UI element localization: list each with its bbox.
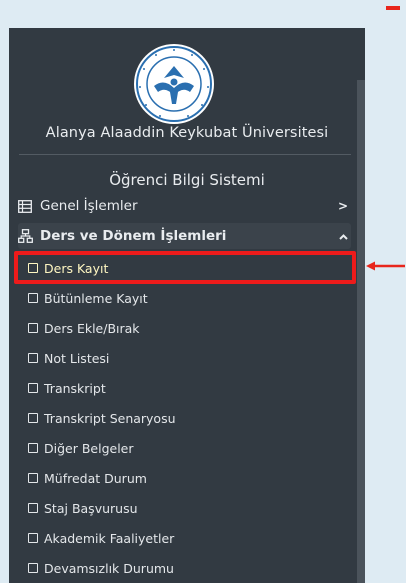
menu-general-label: Genel İşlemler <box>40 198 138 214</box>
submenu-label: Bütünleme Kayıt <box>44 290 148 306</box>
sidebar-scrollbar[interactable] <box>357 80 365 583</box>
square-icon <box>28 353 38 363</box>
square-icon <box>28 533 38 543</box>
submenu-akademik-faaliyetler[interactable]: Akademik Faaliyetler <box>28 526 353 550</box>
submenu-butunleme-kayit[interactable]: Bütünleme Kayıt <box>28 286 353 310</box>
square-icon <box>28 323 38 333</box>
square-icon <box>28 563 38 573</box>
submenu-not-listesi[interactable]: Not Listesi <box>28 346 353 370</box>
sidebar-divider <box>19 154 351 155</box>
top-frame <box>0 0 406 28</box>
submenu-diger-belgeler[interactable]: Diğer Belgeler <box>28 436 353 460</box>
submenu-label: Transkript Senaryosu <box>44 410 176 426</box>
submenu-label: Diğer Belgeler <box>44 440 134 456</box>
square-icon <box>28 443 38 453</box>
submenu-mufredat-durum[interactable]: Müfredat Durum <box>28 466 353 490</box>
sitemap-icon <box>18 229 36 243</box>
square-icon <box>28 293 38 303</box>
grid-list-icon <box>18 199 36 213</box>
university-name: Alanya Alaaddin Keykubat Üniversitesi <box>45 125 329 141</box>
menu-course-term-operations[interactable]: Ders ve Dönem İşlemleri <box>18 223 351 249</box>
highlight-box <box>14 251 356 284</box>
submenu-ders-ekle-birak[interactable]: Ders Ekle/Bırak <box>28 316 353 340</box>
submenu-label: Devamsızlık Durumu <box>44 560 174 576</box>
square-icon <box>28 413 38 423</box>
red-marker <box>386 6 400 10</box>
arrow-left-icon <box>366 261 405 271</box>
chevron-up-icon <box>335 229 351 243</box>
submenu-transkript[interactable]: Transkript <box>28 376 353 400</box>
submenu-label: Staj Başvurusu <box>44 500 138 516</box>
square-icon <box>28 503 38 513</box>
university-logo[interactable] <box>132 42 216 126</box>
submenu-label: Ders Ekle/Bırak <box>44 320 140 336</box>
menu-general-operations[interactable]: Genel İşlemler > <box>18 193 351 219</box>
menu-courses-label: Ders ve Dönem İşlemleri <box>40 228 227 244</box>
submenu-staj-basvurusu[interactable]: Staj Başvurusu <box>28 496 353 520</box>
chevron-right-icon: > <box>337 199 349 213</box>
submenu-transkript-senaryosu[interactable]: Transkript Senaryosu <box>28 406 353 430</box>
submenu-label: Not Listesi <box>44 350 110 366</box>
square-icon <box>28 473 38 483</box>
submenu-devamsizlik-durumu[interactable]: Devamsızlık Durumu <box>28 556 353 580</box>
submenu-label: Akademik Faaliyetler <box>44 530 175 546</box>
submenu-label: Transkript <box>44 380 106 396</box>
square-icon <box>28 383 38 393</box>
system-title: Öğrenci Bilgi Sistemi <box>109 171 265 189</box>
sidebar: Alanya Alaaddin Keykubat Üniversitesi Öğ… <box>9 28 365 583</box>
submenu-label: Müfredat Durum <box>44 470 147 486</box>
